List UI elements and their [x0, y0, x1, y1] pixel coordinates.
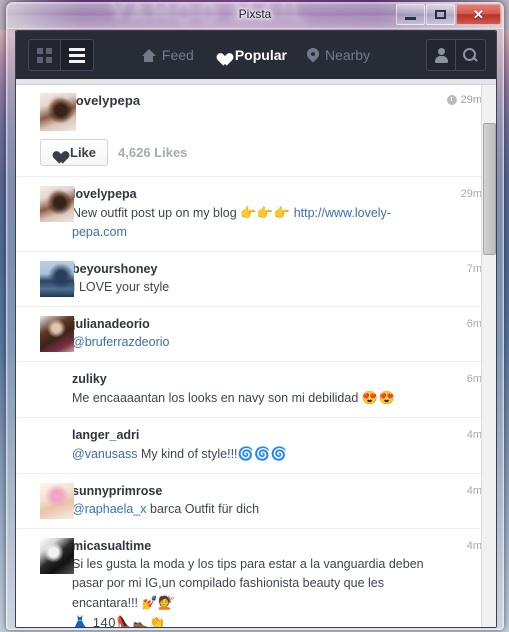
minimize-button[interactable] [396, 4, 425, 25]
comment-timestamp: 29m [460, 188, 482, 200]
app-toolbar: Feed Popular Nearby [16, 31, 496, 79]
heart-icon [50, 146, 64, 159]
comment-username[interactable]: micasualtime [72, 538, 440, 555]
comment-item: zuliky Me encaaaantan los looks en navy … [16, 361, 496, 417]
comment-mention[interactable]: @raphaela_x [72, 502, 147, 516]
comment-username[interactable]: sunnyprimrose [72, 483, 440, 500]
comment-text: New outfit post up on my blog 👉👉👉 http:/… [72, 203, 440, 242]
grid-view-button[interactable] [29, 40, 61, 70]
list-view-button[interactable] [61, 40, 93, 70]
comment-text-prefix: New outfit post up on my blog [72, 206, 241, 220]
comment-text-suffix: barca Outfit für dich [146, 502, 260, 516]
comment-text: I LOVE your style [72, 280, 170, 294]
comment-timestamp: 6m [466, 318, 482, 330]
close-button[interactable]: ✕ [456, 4, 501, 25]
like-count: 4,626 Likes [118, 145, 188, 160]
location-pin-icon [307, 48, 319, 63]
comment-item: beyourshoney I LOVE your style 7m [16, 251, 496, 306]
comment-emoji: 👉👉👉 [240, 205, 291, 220]
nav-tab-popular[interactable]: Popular [214, 47, 287, 63]
comment-emoji: 💅💇 [141, 595, 175, 610]
comment-item: micasualtime Si les gusta la moda y los … [16, 528, 496, 627]
clock-icon [446, 95, 457, 105]
minimize-icon [405, 16, 416, 20]
comment-emoji: 🌀🌀🌀 [237, 446, 288, 461]
comment-username[interactable]: zuliky [72, 371, 440, 388]
comment-text-line2: 👗 140👠👞👏 [72, 615, 167, 627]
person-icon [435, 48, 448, 63]
close-icon: ✕ [473, 7, 484, 22]
comment-username[interactable]: beyourshoney [72, 261, 440, 278]
list-view-icon [69, 47, 85, 63]
comment-text: @bruferrazdeorio [72, 333, 440, 352]
comment-timestamp: 4m [466, 429, 482, 441]
maximize-button[interactable] [426, 4, 455, 25]
comment-item: langer_adri @vanusass My kind of style!!… [16, 417, 496, 473]
avatar[interactable] [40, 538, 74, 574]
avatar[interactable] [40, 261, 74, 297]
comment-username[interactable]: langer_adri [72, 427, 440, 444]
post-time-label: 29m [460, 94, 482, 106]
maximize-icon [435, 10, 446, 19]
comment-text-prefix: Si les gusta la moda y los tips para est… [72, 557, 424, 610]
like-row: Like 4,626 Likes [16, 133, 496, 176]
like-button-label: Like [70, 145, 97, 160]
comment-timestamp: 4m [466, 485, 482, 497]
heart-icon [214, 48, 229, 62]
avatar[interactable] [40, 316, 74, 352]
window-controls: ✕ [395, 4, 501, 25]
comment-timestamp: 7m [466, 263, 482, 275]
nav-tab-nearby[interactable]: Nearby [307, 47, 370, 63]
feed-content: lovelypepa 29m Like 4,626 Likes lovelype… [16, 85, 496, 627]
comment-text-prefix: Me encaaaantan los looks en navy son mi … [72, 391, 362, 405]
grid-view-icon [37, 47, 52, 63]
avatar[interactable] [40, 483, 74, 519]
post-username[interactable]: lovelypepa [72, 93, 486, 108]
comment-item: lovelypepa New outfit post up on my blog… [16, 176, 496, 251]
search-icon [463, 47, 478, 63]
comment-mention[interactable]: @bruferrazdeorio [72, 335, 169, 349]
comment-text: Si les gusta la moda y los tips para est… [72, 555, 440, 613]
post-timestamp: 29m [446, 94, 482, 106]
window-titlebar[interactable]: Pixsta ✕ [7, 3, 503, 29]
comment-username[interactable]: lovelypepa [72, 186, 440, 203]
comment-text: @vanusass My kind of style!!!🌀🌀🌀 [72, 444, 440, 464]
comment-text-suffix: My kind of style!!! [137, 447, 238, 461]
app-window: Pixsta ✕ Feed Popular Nearby lovelypepa … [6, 2, 504, 630]
nav-tab-feed[interactable]: Feed [141, 47, 194, 63]
comment-item: sunnyprimrose @raphaela_x barca Outfit f… [16, 473, 496, 528]
search-button[interactable] [456, 40, 485, 70]
vertical-scrollbar[interactable] [481, 85, 496, 627]
comment-timestamp: 6m [466, 373, 482, 385]
desktop-background: YAHOO MAIL Pixsta ✕ [0, 0, 509, 632]
nav-tab-feed-label: Feed [161, 47, 194, 63]
vertical-scroll-thumb[interactable] [483, 123, 496, 255]
comment-mention[interactable]: @vanusass [72, 447, 138, 461]
nav-tab-popular-label: Popular [234, 47, 287, 63]
comment-emoji: 😍😍 [361, 390, 396, 405]
comment-text: Me encaaaantan los looks en navy son mi … [72, 388, 440, 408]
avatar[interactable] [40, 186, 74, 222]
post-header: lovelypepa 29m [16, 85, 496, 133]
toolbar-right-actions [426, 39, 486, 71]
like-button[interactable]: Like [40, 139, 109, 166]
home-icon [141, 48, 156, 62]
comment-username[interactable]: julianadeorio [72, 316, 440, 333]
comment-item: julianadeorio @bruferrazdeorio 6m [16, 306, 496, 361]
view-mode-toggle [28, 39, 94, 71]
comment-timestamp: 4m [466, 540, 482, 552]
avatar[interactable] [40, 93, 76, 131]
app-container: Feed Popular Nearby lovelypepa 29m Like … [15, 30, 497, 628]
comment-text: @raphaela_x barca Outfit für dich [72, 500, 440, 519]
nav-tab-nearby-label: Nearby [324, 47, 371, 63]
profile-button[interactable] [427, 40, 456, 70]
